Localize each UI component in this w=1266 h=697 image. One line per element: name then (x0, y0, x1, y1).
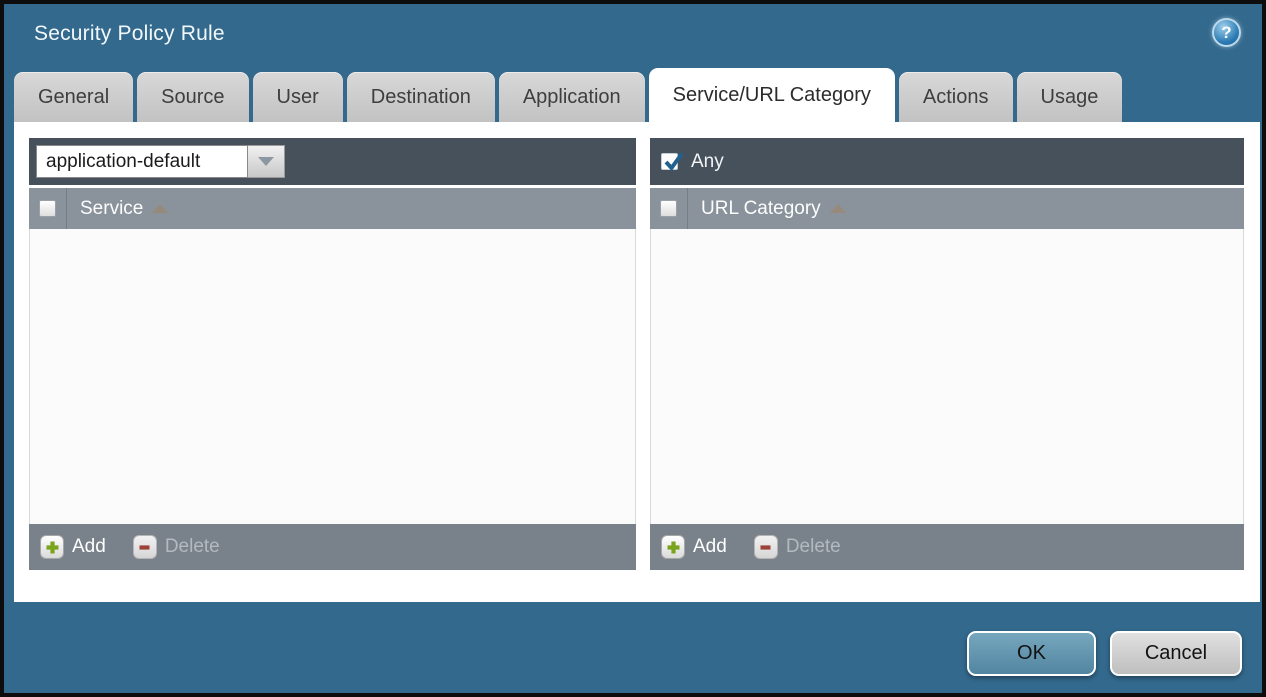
service-panel-footer: Add Delete (29, 524, 636, 570)
url-category-panel-footer: Add Delete (650, 524, 1244, 570)
delete-button-label: Delete (786, 536, 841, 558)
service-grid-header: Service (29, 188, 636, 229)
add-button-label: Add (72, 536, 106, 558)
sort-asc-icon (830, 204, 846, 213)
delete-button-label: Delete (165, 536, 220, 558)
url-category-grid-header: URL Category (650, 188, 1244, 229)
url-category-column-label: URL Category (701, 198, 821, 220)
service-type-dropdown-value[interactable]: application-default (36, 145, 248, 178)
security-policy-rule-dialog: Security Policy Rule ? General Source Us… (0, 0, 1266, 697)
tab-destination[interactable]: Destination (347, 72, 495, 122)
url-category-column-header[interactable]: URL Category (701, 188, 846, 229)
tab-actions[interactable]: Actions (899, 72, 1013, 122)
service-delete-button[interactable]: Delete (133, 535, 220, 559)
any-label: Any (691, 151, 724, 173)
tab-application[interactable]: Application (499, 72, 645, 122)
service-column-label: Service (80, 198, 143, 220)
tab-source[interactable]: Source (137, 72, 248, 122)
service-type-dropdown-button[interactable] (248, 145, 285, 178)
add-plus-icon (661, 535, 685, 559)
help-icon[interactable]: ? (1212, 18, 1241, 47)
tab-usage[interactable]: Usage (1017, 72, 1123, 122)
checkmark-icon (662, 150, 686, 174)
any-row: Any (657, 151, 724, 173)
service-column-header[interactable]: Service (80, 188, 168, 229)
tab-service-url-category[interactable]: Service/URL Category (649, 68, 895, 122)
service-panel-header: application-default (29, 138, 636, 185)
dialog-title: Security Policy Rule (34, 22, 225, 46)
ok-button[interactable]: OK (967, 631, 1096, 676)
url-category-delete-button[interactable]: Delete (754, 535, 841, 559)
url-category-list (650, 229, 1244, 524)
url-category-panel-header: Any (650, 138, 1244, 185)
delete-minus-icon (754, 535, 778, 559)
url-category-select-all-checkbox[interactable] (660, 200, 677, 217)
tab-general[interactable]: General (14, 72, 133, 122)
delete-minus-icon (133, 535, 157, 559)
service-list (29, 229, 636, 524)
service-add-button[interactable]: Add (40, 535, 106, 559)
url-category-header-checkbox-cell (650, 188, 688, 229)
service-type-dropdown[interactable]: application-default (36, 145, 285, 178)
add-plus-icon (40, 535, 64, 559)
chevron-down-icon (258, 157, 274, 166)
service-panel: application-default Service (29, 138, 636, 570)
tab-content-area: application-default Service (14, 122, 1260, 602)
tab-bar: General Source User Destination Applicat… (14, 72, 1122, 122)
sort-asc-icon (152, 204, 168, 213)
url-category-add-button[interactable]: Add (661, 535, 727, 559)
url-category-panel: Any URL Category Add (650, 138, 1244, 570)
any-checkbox[interactable] (661, 153, 678, 170)
tab-user[interactable]: User (253, 72, 343, 122)
service-select-all-checkbox[interactable] (39, 200, 56, 217)
add-button-label: Add (693, 536, 727, 558)
cancel-button[interactable]: Cancel (1110, 631, 1242, 676)
service-header-checkbox-cell (29, 188, 67, 229)
